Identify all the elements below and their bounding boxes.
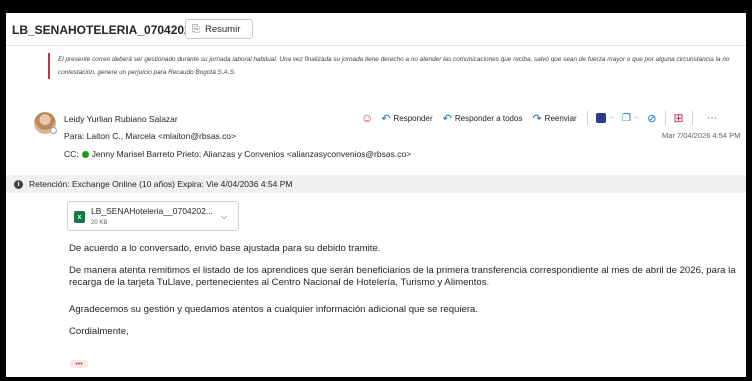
body-signoff: Cordialmente, [69,326,129,337]
email-subject: LB_SENAHOTELERIA_07042026 [12,23,198,37]
reading-pane: LB_SENAHOTELERIA_07042026 ⎘ Resumir El p… [6,13,746,377]
info-icon: i [14,179,23,189]
presence-badge [50,127,57,134]
received-date: Mar 7/04/2026 4:54 PM [662,131,741,140]
toolbar-divider [691,111,693,125]
summarize-label: Resumir [205,23,241,35]
body-paragraph: De manera atenta remitimos el listado de… [69,265,736,288]
emoji-react-icon[interactable]: ☺ [361,111,373,125]
forward-button[interactable]: ↷ Reenviar [532,112,576,125]
reply-all-icon: ↶ [442,112,452,125]
cc-label: CC: [64,149,79,159]
chevron-down-icon[interactable]: ⌵ [609,114,614,122]
copy-icon[interactable]: ❐ [622,113,631,124]
message-actions: ☺ ↶ Responder ↶ Responder a todos ↷ Reen… [361,109,718,127]
cc-recipients[interactable]: CC: Jenny Marisel Barreto Prieto; Alianz… [64,149,411,159]
reply-all-button[interactable]: ↶ Responder a todos [443,112,523,125]
toolbar-divider [664,111,666,125]
labor-notice: El presente correo deberá ser gestionado… [48,53,746,79]
reply-icon: ↶ [381,112,391,125]
cc-list: Jenny Marisel Barreto Prieto; Alianzas y… [91,149,412,159]
show-trimmed-content-button[interactable]: ••• [70,360,88,368]
attachment-card[interactable]: x LB_SENAHoteleria__0704202... 20 KB ⌵ [67,201,239,231]
message-header: Leidy Yurlian Rubiano Salazar Para: Lait… [6,109,746,169]
more-icon[interactable]: ··· [707,112,718,124]
forward-label: Reenviar [544,113,577,123]
excel-file-icon: x [74,211,85,223]
subject-bar: LB_SENAHOTELERIA_07042026 ⎘ Resumir [6,13,746,46]
presence-available-icon [81,150,89,158]
teams-share-icon[interactable] [595,113,606,123]
body-paragraph: Agradecemos su gestión y quedamos atento… [69,304,479,315]
loop-icon[interactable]: ⊘ [647,112,656,125]
toolbar-divider [586,111,588,125]
reply-all-label: Responder a todos [454,113,523,123]
chevron-down-icon[interactable]: ⌵ [634,114,639,122]
summarize-button[interactable]: ⎘ Resumir [185,19,253,39]
body-paragraph: De acuerdo a lo conversado, envió base a… [69,243,381,254]
copilot-summarize-icon: ⎘ [192,23,200,35]
reply-button[interactable]: ↶ Responder [381,112,432,125]
to-recipients[interactable]: Para: Laiton C., Marcela <mlaiton@rbsas.… [64,131,236,141]
attachment-size: 20 KB [91,220,108,226]
retention-bar: i Retención: Exchange Online (10 años) E… [6,175,746,193]
reply-label: Responder [393,113,433,123]
attachment-name: LB_SENAHoteleria__0704202... [91,206,213,216]
retention-text: Retención: Exchange Online (10 años) Exp… [29,179,293,189]
forward-icon: ↷ [532,112,542,125]
sender-name[interactable]: Leidy Yurlian Rubiano Salazar [64,114,178,124]
chevron-down-icon[interactable]: ⌵ [221,212,227,222]
apps-grid-icon[interactable]: ⊞ [674,111,684,125]
